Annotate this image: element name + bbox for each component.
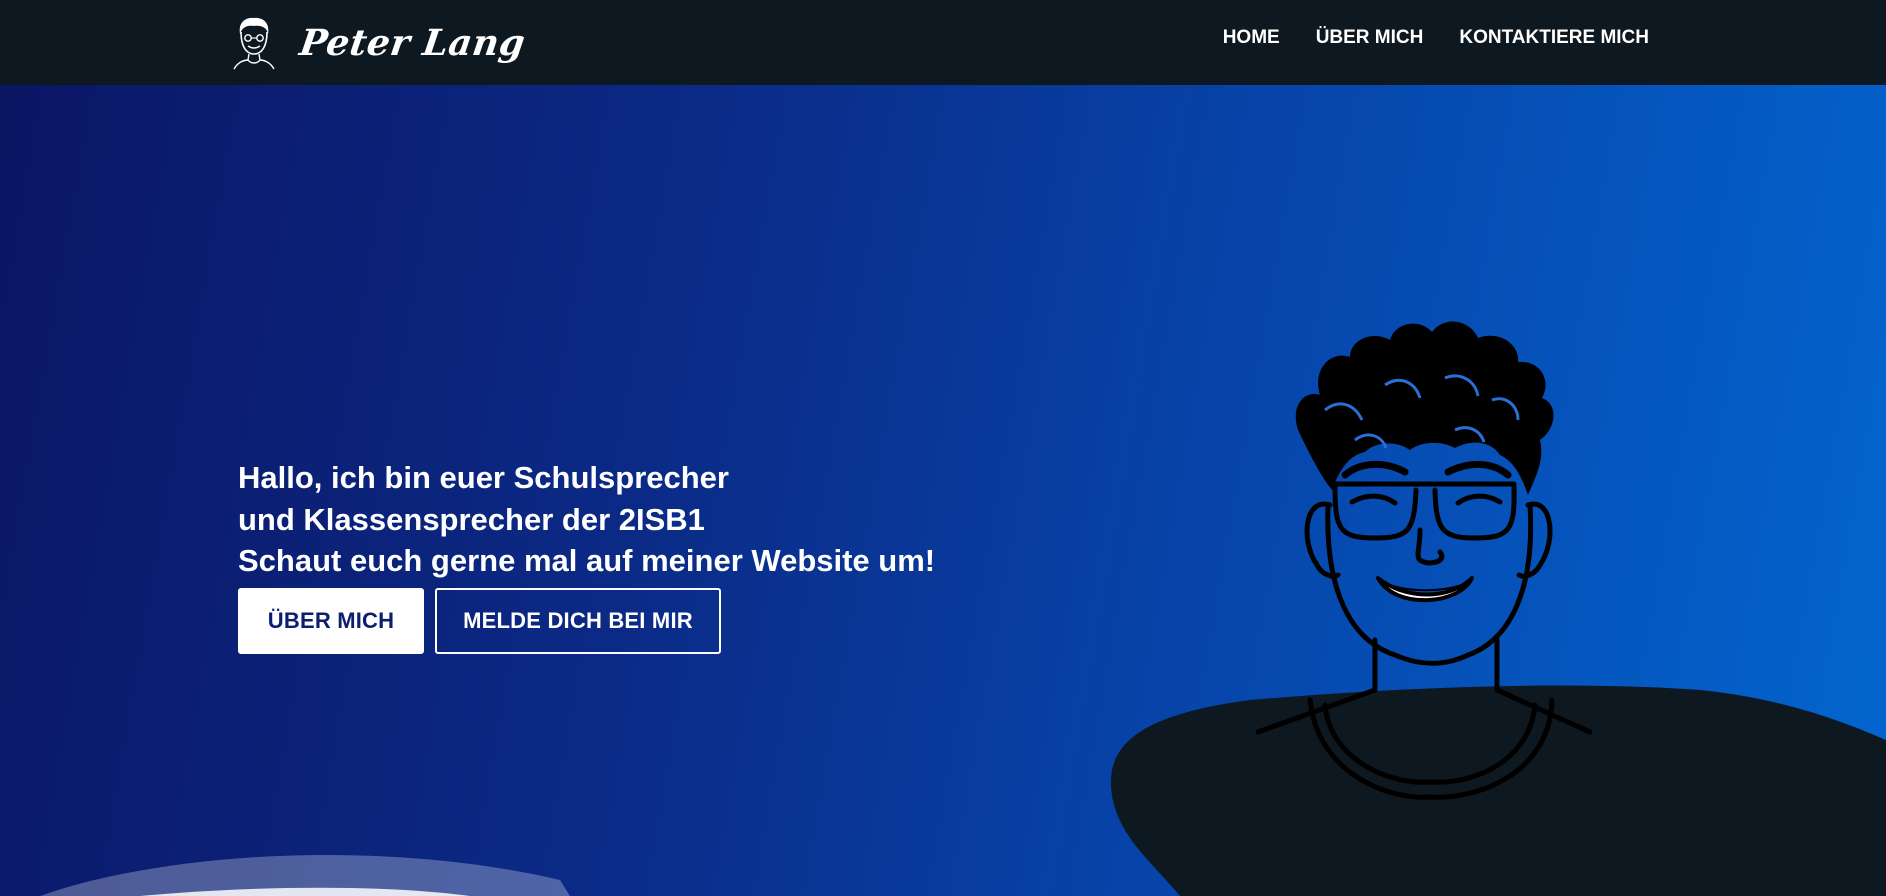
decorative-arc-inner [140,887,470,896]
nav-ueber-mich[interactable]: ÜBER MICH [1316,27,1424,49]
shirt-shape [1110,685,1886,896]
nav-home[interactable]: HOME [1223,27,1280,49]
hero-line-3: Schaut euch gerne mal auf meiner Website… [238,543,936,578]
hero-line-1: Hallo, ich bin euer Schulsprecher [238,460,729,495]
hero-buttons: ÜBER MICH MELDE DICH BEI MIR [238,588,721,654]
hero-line-2: und Klassensprecher der 2ISB1 [238,501,705,537]
nav-menu: HOME ÜBER MICH KONTAKTIERE MICH [1187,0,1649,76]
decorative-arc [40,855,570,896]
person-illustration [1255,460,1593,800]
hair [1295,321,1554,495]
melde-dich-button[interactable]: MELDE DICH BEI MIR [435,588,721,654]
hero-section: Hallo, ich bin euer Schulsprecher und Kl… [0,85,1886,896]
brand-name: Peter Lang [297,22,528,64]
ueber-mich-button-label: ÜBER MICH [267,608,395,633]
nav-kontaktiere-mich[interactable]: KONTAKTIERE MICH [1459,27,1649,49]
hero-text: Hallo, ich bin euer Schulsprecher und Kl… [238,457,935,582]
navbar: Peter Lang HOME ÜBER MICH KONTAKTIERE MI… [0,0,1886,85]
ueber-mich-button[interactable]: ÜBER MICH [238,588,424,654]
melde-dich-button-label: MELDE DICH BEI MIR [463,608,693,633]
avatar-logo-icon [233,17,275,70]
brand-logo-link[interactable]: Peter Lang [232,10,528,76]
